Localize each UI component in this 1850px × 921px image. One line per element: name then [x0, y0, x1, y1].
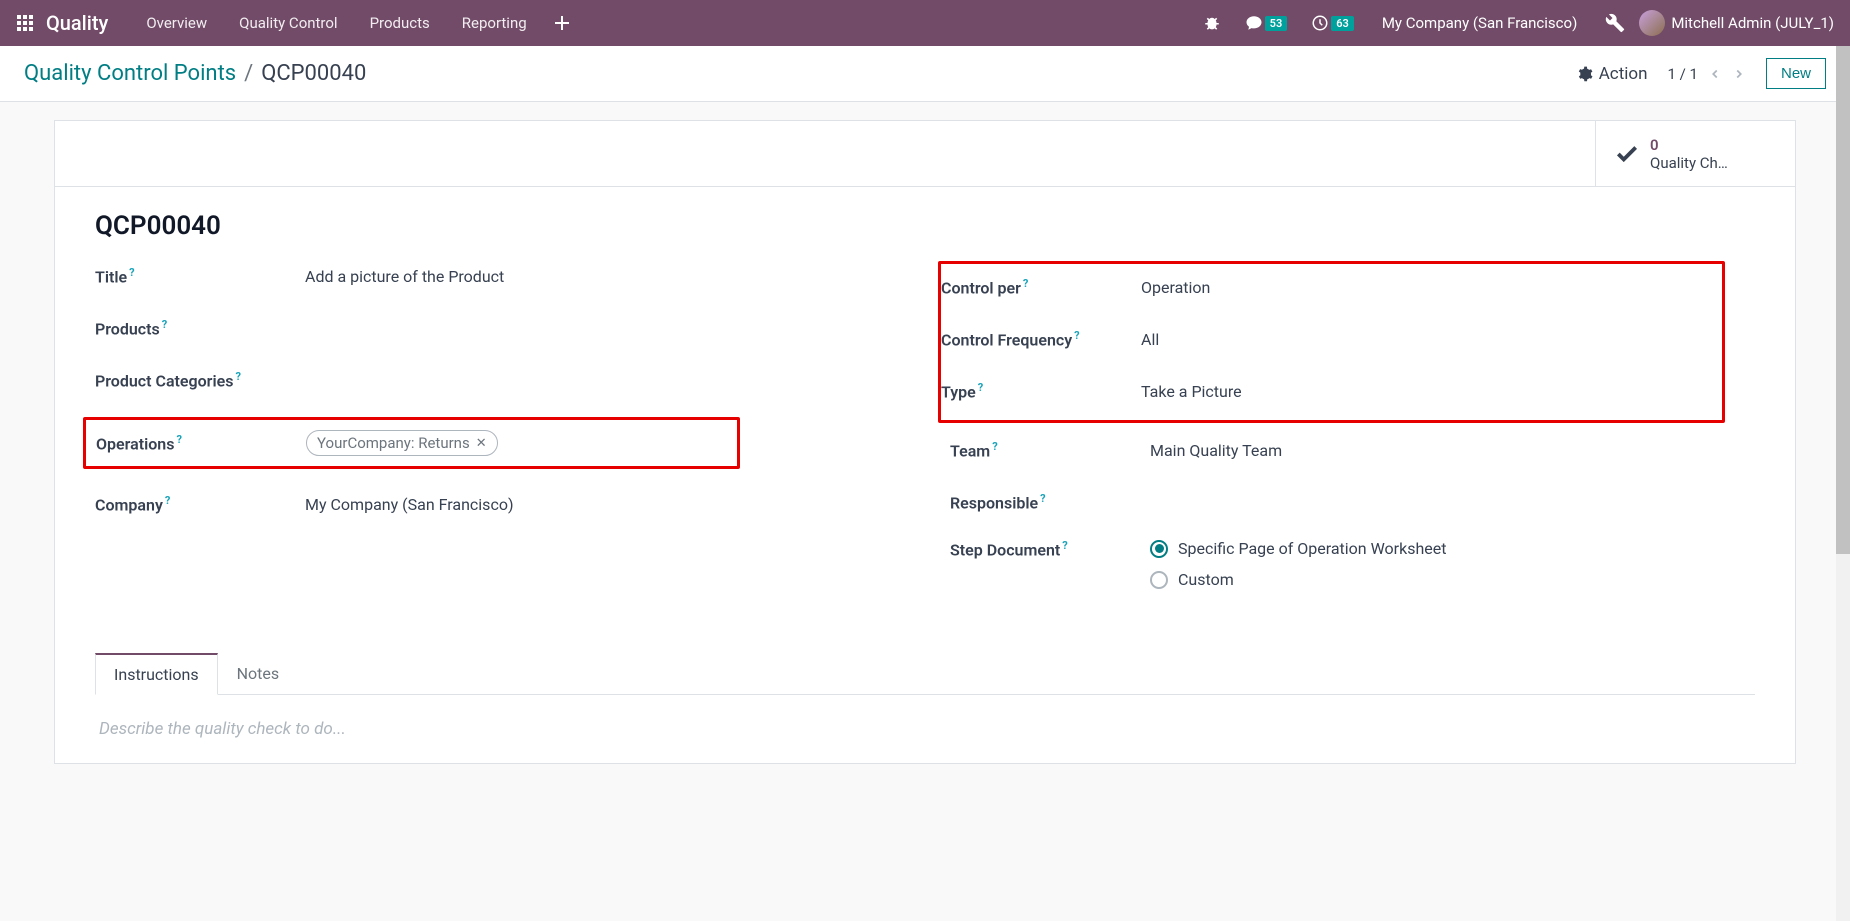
record-name: QCP00040	[95, 211, 1755, 241]
user-menu[interactable]: Mitchell Admin (JULY_1)	[1639, 10, 1834, 36]
value-title[interactable]: Add a picture of the Product	[305, 267, 504, 286]
instructions-placeholder[interactable]: Describe the quality check to do...	[99, 719, 1751, 739]
stat-quality-checks[interactable]: 0 Quality Ch…	[1595, 121, 1795, 186]
radio-icon	[1150, 540, 1168, 558]
debug-icon[interactable]	[1595, 13, 1635, 33]
scrollbar[interactable]	[1836, 46, 1850, 921]
gear-icon	[1577, 66, 1593, 82]
value-type[interactable]: Take a Picture	[1141, 382, 1242, 401]
tag-operation[interactable]: YourCompany: Returns ✕	[306, 430, 498, 456]
pager-prev[interactable]	[1708, 67, 1722, 81]
app-brand[interactable]: Quality	[46, 11, 108, 35]
username: Mitchell Admin (JULY_1)	[1671, 14, 1834, 32]
breadcrumb: Quality Control Points / QCP00040	[24, 61, 366, 86]
stat-label: Quality Ch…	[1650, 154, 1728, 172]
form-sheet: 0 Quality Ch… QCP00040 Title? Add a pict…	[54, 120, 1796, 764]
tab-content: Describe the quality check to do...	[95, 694, 1755, 763]
label-products: Products?	[95, 318, 305, 338]
label-team: Team?	[950, 440, 1150, 460]
label-categories: Product Categories?	[95, 370, 305, 390]
activities-badge: 63	[1331, 16, 1354, 31]
radio-specific-page[interactable]: Specific Page of Operation Worksheet	[1150, 539, 1446, 558]
label-company: Company?	[95, 494, 305, 514]
value-control-per[interactable]: Operation	[1141, 278, 1210, 297]
label-responsible: Responsible?	[950, 492, 1150, 512]
messages-badge: 53	[1265, 16, 1288, 31]
new-tab-icon[interactable]	[545, 16, 579, 30]
label-operations: Operations?	[96, 433, 306, 453]
label-control-per: Control per?	[941, 277, 1141, 297]
bug-icon[interactable]	[1193, 14, 1231, 32]
label-frequency: Control Frequency?	[941, 329, 1141, 349]
value-operations[interactable]: YourCompany: Returns ✕	[306, 430, 498, 456]
stat-count: 0	[1650, 136, 1728, 154]
main-navbar: Quality Overview Quality Control Product…	[0, 0, 1850, 46]
new-button[interactable]: New	[1766, 58, 1826, 89]
check-icon	[1614, 141, 1640, 167]
radio-custom[interactable]: Custom	[1150, 570, 1446, 589]
nav-reporting[interactable]: Reporting	[448, 14, 541, 32]
tabs: Instructions Notes	[95, 653, 1755, 695]
value-team[interactable]: Main Quality Team	[1150, 441, 1282, 460]
breadcrumb-bar: Quality Control Points / QCP00040 Action…	[0, 46, 1850, 102]
left-column: Title? Add a picture of the Product Prod…	[95, 261, 900, 623]
right-column: Control per? Operation Control Frequency…	[950, 261, 1755, 623]
value-company[interactable]: My Company (San Francisco)	[305, 495, 514, 514]
label-type: Type?	[941, 381, 1141, 401]
tag-remove-icon[interactable]: ✕	[476, 436, 487, 451]
nav-overview[interactable]: Overview	[132, 14, 221, 32]
action-menu[interactable]: Action	[1577, 64, 1648, 84]
activities-icon[interactable]: 63	[1301, 14, 1364, 32]
scrollbar-thumb[interactable]	[1836, 46, 1850, 554]
nav-quality-control[interactable]: Quality Control	[225, 14, 351, 32]
breadcrumb-parent[interactable]: Quality Control Points	[24, 61, 236, 86]
breadcrumb-separator: /	[244, 61, 253, 86]
pager: 1 / 1	[1667, 65, 1746, 83]
messages-icon[interactable]: 53	[1235, 14, 1298, 32]
nav-products[interactable]: Products	[356, 14, 444, 32]
avatar	[1639, 10, 1665, 36]
highlight-operations: Operations? YourCompany: Returns ✕	[83, 417, 740, 469]
label-title: Title?	[95, 266, 305, 286]
pager-next[interactable]	[1732, 67, 1746, 81]
breadcrumb-current: QCP00040	[261, 61, 366, 86]
apps-icon[interactable]	[16, 14, 34, 32]
tab-instructions[interactable]: Instructions	[95, 653, 218, 695]
value-frequency[interactable]: All	[1141, 330, 1159, 349]
pager-text: 1 / 1	[1667, 65, 1698, 83]
tab-notes[interactable]: Notes	[218, 653, 299, 695]
radio-icon	[1150, 571, 1168, 589]
highlight-control-block: Control per? Operation Control Frequency…	[938, 261, 1725, 423]
label-step-doc: Step Document?	[950, 539, 1150, 559]
company-selector[interactable]: My Company (San Francisco)	[1368, 14, 1591, 32]
